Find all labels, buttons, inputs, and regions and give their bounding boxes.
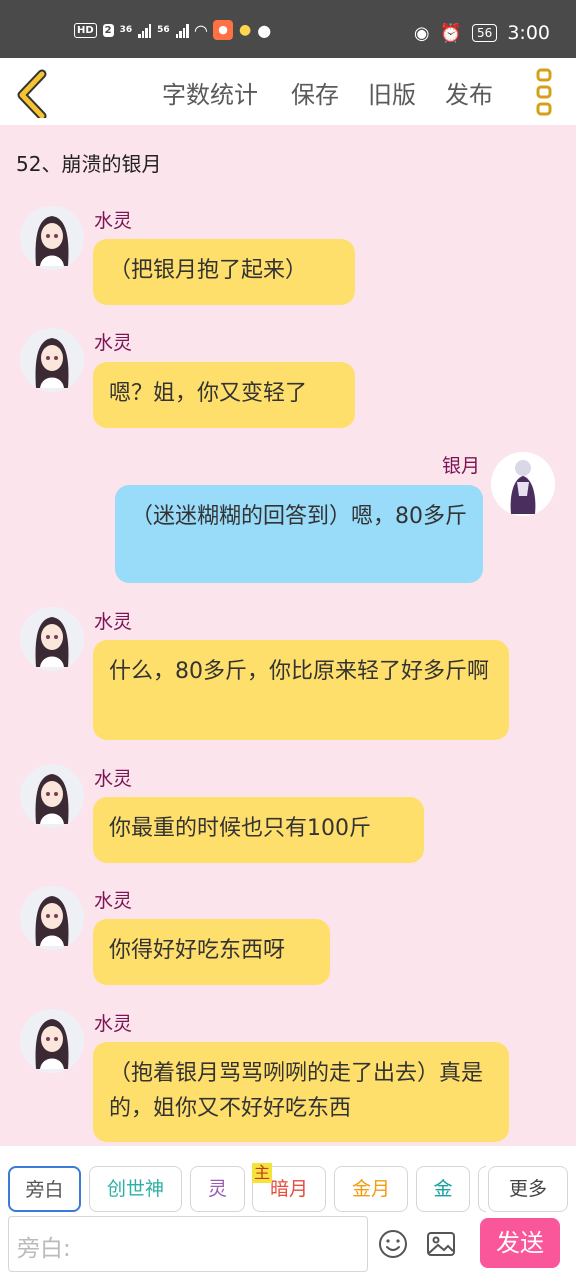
- role-jin[interactable]: 金: [416, 1166, 470, 1212]
- avatar-girl-image: [20, 206, 84, 270]
- sender-name: 银月: [442, 455, 481, 477]
- clock: 3:00: [507, 22, 550, 44]
- role-narrator[interactable]: 旁白: [8, 1166, 81, 1212]
- message-input[interactable]: 旁白:: [8, 1216, 368, 1272]
- image-button[interactable]: [425, 1228, 457, 1260]
- sim-indicator: 2: [102, 23, 114, 37]
- hd-indicator: HD: [74, 22, 97, 38]
- role-anyue-label: 暗月: [269, 1178, 308, 1200]
- avatar-shuiling[interactable]: [20, 328, 84, 392]
- sender-name: 水灵: [94, 890, 133, 912]
- sender-name: 水灵: [94, 768, 133, 790]
- signal-icon-2: [175, 22, 189, 38]
- role-ling[interactable]: 灵: [190, 1166, 245, 1212]
- signal-icon: [138, 22, 152, 38]
- alarm-icon: ⏰: [439, 22, 463, 44]
- word-count-button[interactable]: 字数统计: [162, 75, 258, 110]
- app-notification-icon: ●: [213, 20, 234, 40]
- network-type-1: 36: [119, 25, 133, 35]
- wifi-icon: ◠: [194, 20, 208, 40]
- compose-bar: 旁白 创世神 灵 主 暗月 金月 金 更多 旁白: 发送: [0, 1146, 576, 1280]
- status-bar: HD 2 36 56 ◠ ● ● ● ◉ ⏰ 56 3:00: [0, 0, 576, 58]
- eye-icon: ◉: [413, 22, 430, 44]
- role-jinyue[interactable]: 金月: [334, 1166, 408, 1212]
- avatar-shuiling[interactable]: [20, 607, 84, 671]
- role-chuangshishen[interactable]: 创世神: [89, 1166, 182, 1212]
- message-bubble[interactable]: （把银月抱了起来）: [93, 239, 355, 305]
- battery-indicator: 56: [472, 24, 498, 42]
- avatar-girl-image: [20, 886, 84, 950]
- sender-name: 水灵: [94, 1013, 133, 1035]
- avatar-shuiling[interactable]: [20, 1009, 84, 1073]
- message-bubble[interactable]: （抱着银月骂骂咧咧的走了出去）真是的，姐你又不好好吃东西: [93, 1042, 509, 1142]
- send-button[interactable]: 发送: [480, 1218, 560, 1268]
- avatar-shuiling[interactable]: [20, 886, 84, 950]
- save-button[interactable]: 保存: [291, 75, 339, 110]
- back-arrow-icon: [17, 69, 47, 121]
- message-bubble[interactable]: 嗯？姐，你又变轻了: [93, 362, 355, 428]
- old-version-button[interactable]: 旧版: [368, 75, 416, 110]
- back-button[interactable]: [8, 64, 56, 121]
- bulb-icon: ●: [239, 22, 252, 38]
- sender-name: 水灵: [94, 332, 133, 354]
- sender-name: 水灵: [94, 210, 133, 232]
- chapter-title: 52、崩溃的银月: [16, 152, 162, 176]
- status-left: HD 2 36 56 ◠ ● ● ●: [74, 20, 271, 40]
- avatar-girl-image: [20, 1009, 84, 1073]
- avatar-girl-image: [20, 607, 84, 671]
- main-role-badge: 主: [252, 1163, 273, 1183]
- message-bubble[interactable]: 你得好好吃东西呀: [93, 919, 330, 985]
- role-partial[interactable]: [478, 1166, 486, 1212]
- avatar-yinyue[interactable]: [491, 452, 555, 516]
- role-anyue[interactable]: 主 暗月: [252, 1163, 326, 1212]
- sender-name: 水灵: [94, 611, 133, 633]
- message-bubble[interactable]: （迷迷糊糊的回答到）嗯，80多斤: [115, 485, 483, 583]
- publish-button[interactable]: 发布: [445, 75, 493, 110]
- avatar-character-image: [491, 452, 555, 516]
- editor-toolbar: 字数统计 保存 旧版 发布: [0, 58, 576, 125]
- message-icon: ●: [257, 20, 272, 40]
- avatar-girl-image: [20, 764, 84, 828]
- message-bubble[interactable]: 什么，80多斤，你比原来轻了好多斤啊: [93, 640, 509, 740]
- avatar-shuiling[interactable]: [20, 206, 84, 270]
- avatar-girl-image: [20, 328, 84, 392]
- status-right: ◉ ⏰ 56 3:00: [414, 22, 550, 44]
- more-menu-button[interactable]: [532, 68, 558, 116]
- more-roles-button[interactable]: 更多: [488, 1166, 568, 1212]
- image-icon: [427, 1232, 455, 1256]
- network-type-2: 56: [157, 25, 170, 35]
- emoji-icon: [379, 1230, 407, 1258]
- more-vertical-icon: [536, 68, 552, 116]
- emoji-button[interactable]: [377, 1228, 409, 1260]
- avatar-shuiling[interactable]: [20, 764, 84, 828]
- message-bubble[interactable]: 你最重的时候也只有100斤: [93, 797, 424, 863]
